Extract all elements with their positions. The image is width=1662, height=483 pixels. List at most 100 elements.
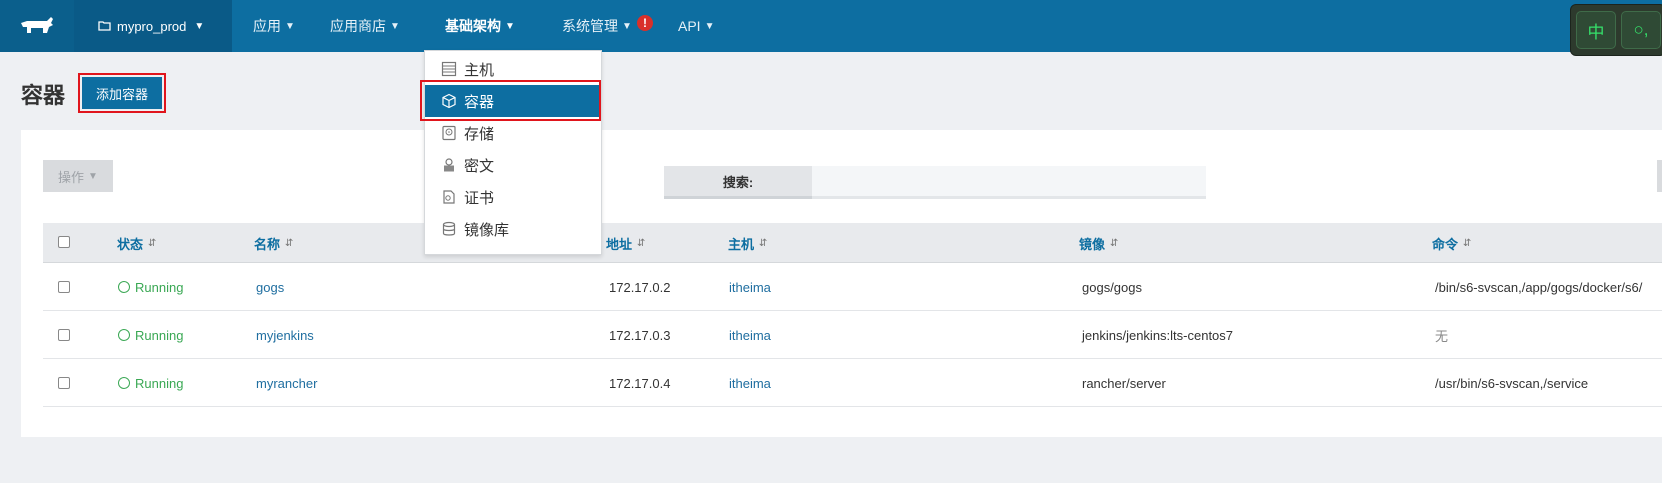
chevron-down-icon: ▼ — [285, 20, 295, 32]
secret-icon — [441, 157, 457, 173]
container-name-link[interactable]: myjenkins — [256, 311, 314, 359]
environment-selector[interactable]: mypro_prod ▼ — [74, 0, 232, 52]
nav-apps-label: 应用 — [253, 18, 281, 34]
host-link[interactable]: itheima — [729, 263, 771, 311]
row-checkbox[interactable] — [58, 329, 70, 341]
storage-icon — [441, 125, 457, 141]
host-link[interactable]: itheima — [729, 311, 771, 359]
column-command[interactable]: 命令 ⇵ — [1432, 223, 1471, 263]
toolbar-edge-button[interactable] — [1657, 160, 1662, 192]
rancher-logo[interactable] — [0, 0, 74, 52]
add-container-button[interactable]: 添加容器 — [82, 77, 162, 109]
status-text: Running — [135, 327, 184, 343]
address-cell: 172.17.0.3 — [609, 327, 671, 343]
column-status[interactable]: 状态 ⇵ — [117, 223, 156, 263]
column-address[interactable]: 地址 ⇵ — [606, 223, 645, 263]
running-status-icon — [118, 281, 130, 293]
menu-item-certificates[interactable]: 证书 — [425, 181, 601, 213]
menu-item-label: 证书 — [464, 189, 495, 207]
menu-item-storage[interactable]: 存储 — [425, 117, 601, 149]
row-checkbox[interactable] — [58, 377, 70, 389]
running-status-icon — [118, 377, 130, 389]
add-container-highlight: 添加容器 — [78, 73, 166, 113]
status-text: Running — [135, 375, 184, 391]
chevron-down-icon: ▼ — [622, 20, 632, 32]
folder-icon — [98, 19, 111, 34]
chevron-down-icon: ▼ — [390, 20, 400, 32]
table-header: 状态 ⇵ 名称 ⇵ 地址 ⇵ 主机 ⇵ 镜像 ⇵ 命令 ⇵ — [43, 223, 1662, 263]
ime-toolbar: 中 ○, — [1570, 4, 1662, 56]
table-row: Running myrancher 172.17.0.4 itheima ran… — [43, 359, 1662, 407]
column-status-label: 状态 — [117, 236, 144, 252]
ime-language-button[interactable]: 中 — [1576, 11, 1616, 49]
image-cell: rancher/server — [1082, 375, 1166, 391]
ime-punctuation-button[interactable]: ○, — [1621, 11, 1661, 49]
command-cell: /usr/bin/s6-svscan,/service — [1435, 375, 1589, 391]
menu-item-label: 镜像库 — [464, 221, 510, 239]
nav-infrastructure[interactable]: 基础架构 ▼ — [445, 0, 515, 52]
nav-admin-label: 系统管理 — [562, 18, 618, 34]
menu-item-secrets[interactable]: 密文 — [425, 149, 601, 181]
nav-api-label: API — [678, 18, 701, 34]
chevron-down-icon: ▼ — [505, 20, 515, 32]
registry-icon — [441, 221, 457, 237]
top-navbar: mypro_prod ▼ 应用 ▼ 应用商店 ▼ 基础架构 ▼ 系统管理 ▼ !… — [0, 0, 1662, 56]
chevron-down-icon: ▼ — [88, 170, 98, 182]
chevron-down-icon: ▼ — [194, 20, 205, 32]
menu-item-label: 密文 — [464, 157, 495, 175]
sort-icon: ⇵ — [1110, 237, 1119, 249]
running-status-icon — [118, 329, 130, 341]
menu-item-registries[interactable]: 镜像库 — [425, 213, 601, 245]
address-cell: 172.17.0.4 — [609, 375, 671, 391]
host-icon — [441, 61, 457, 77]
table-row: Running gogs 172.17.0.2 itheima gogs/gog… — [43, 263, 1662, 311]
column-name-label: 名称 — [254, 236, 281, 252]
row-checkbox[interactable] — [58, 281, 70, 293]
host-link[interactable]: itheima — [729, 359, 771, 407]
containers-menu-highlight — [420, 80, 601, 121]
actions-dropdown[interactable]: 操作 ▼ — [43, 160, 113, 192]
column-image[interactable]: 镜像 ⇵ — [1079, 223, 1118, 263]
nav-admin[interactable]: 系统管理 ▼ — [562, 0, 632, 52]
search-input[interactable] — [812, 166, 1206, 199]
column-name[interactable]: 名称 ⇵ — [254, 223, 293, 263]
column-host-label: 主机 — [728, 236, 755, 252]
alert-icon[interactable]: ! — [637, 15, 653, 31]
nav-catalog-label: 应用商店 — [330, 18, 386, 34]
container-name-link[interactable]: myrancher — [256, 359, 317, 407]
chevron-down-icon: ▼ — [704, 20, 715, 32]
select-all-checkbox[interactable] — [58, 236, 70, 248]
nav-infrastructure-label: 基础架构 — [445, 18, 501, 34]
table-row: Running myjenkins 172.17.0.3 itheima jen… — [43, 311, 1662, 359]
column-host[interactable]: 主机 ⇵ — [728, 223, 767, 263]
column-command-label: 命令 — [1432, 236, 1459, 252]
nav-api[interactable]: API ▼ — [678, 0, 714, 52]
certificate-icon — [441, 189, 457, 205]
sort-icon: ⇵ — [759, 237, 768, 249]
rancher-logo-icon — [21, 17, 53, 33]
menu-item-label: 主机 — [464, 61, 495, 79]
nav-catalog[interactable]: 应用商店 ▼ — [330, 0, 400, 52]
status-cell: Running — [118, 359, 183, 407]
status-cell: Running — [118, 263, 183, 311]
page-title: 容器 — [21, 83, 66, 108]
actions-label: 操作 — [58, 169, 85, 185]
menu-item-label: 存储 — [464, 125, 495, 143]
command-cell: 无 — [1435, 328, 1449, 344]
image-cell: jenkins/jenkins:lts-centos7 — [1082, 327, 1234, 343]
sort-icon: ⇵ — [285, 237, 294, 249]
nav-apps[interactable]: 应用 ▼ — [253, 0, 295, 52]
column-image-label: 镜像 — [1079, 236, 1106, 252]
image-cell: gogs/gogs — [1082, 279, 1142, 295]
command-cell: /bin/s6-svscan,/app/gogs/docker/s6/ — [1435, 279, 1643, 295]
address-cell: 172.17.0.2 — [609, 279, 671, 295]
search-label: 搜索: — [664, 166, 812, 199]
sort-icon: ⇵ — [148, 237, 157, 249]
sort-icon: ⇵ — [1463, 237, 1472, 249]
container-name-link[interactable]: gogs — [256, 263, 284, 311]
status-text: Running — [135, 279, 184, 295]
containers-card: 操作 ▼ 搜索: 状态 ⇵ 名称 ⇵ 地址 ⇵ 主机 ⇵ 镜像 ⇵ 命令 ⇵ R… — [21, 130, 1662, 437]
status-cell: Running — [118, 311, 183, 359]
environment-label: mypro_prod — [117, 18, 187, 34]
sort-icon: ⇵ — [637, 237, 646, 249]
